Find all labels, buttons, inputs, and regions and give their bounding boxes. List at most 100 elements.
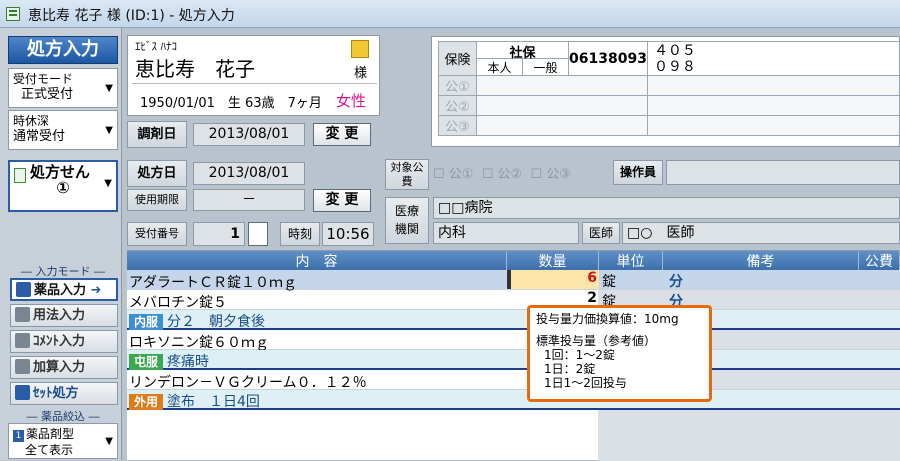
target-public-1-checkbox[interactable]: ☐ 公① (433, 167, 473, 182)
table-row[interactable]: 外用 塗布 １日4回 (127, 390, 900, 410)
usage-tag: 外用 (129, 394, 164, 410)
mode-comment-input[interactable]: ｺﾒﾝﾄ入力 (10, 330, 118, 353)
public-3-label: 公③ (438, 115, 477, 136)
chevron-down-icon: ▼ (104, 178, 112, 189)
reception-mode-label: 受付モード (13, 72, 74, 86)
window-title: 恵比寿 花子 様 (ID:1) - 処方入力 (28, 8, 235, 24)
table-row[interactable]: ロキソニン錠６０ｍｇ (127, 330, 900, 352)
doctor-label: 医師 (582, 222, 620, 244)
col-header-note[interactable]: 備考 (663, 251, 859, 270)
clinic-name[interactable]: □□病院 (433, 197, 900, 219)
patient-honorific: 様 (354, 66, 368, 81)
prescription-change-button[interactable]: 変 更 (313, 189, 371, 212)
target-public-label: 対象公費 (385, 159, 429, 190)
patient-kana: ｴﾋﾞｽ ﾊﾅｺ (135, 40, 177, 53)
time-mode-label: 時休深 (13, 114, 50, 128)
col-header-qty[interactable]: 数量 (507, 251, 599, 270)
row-content: 外用 塗布 １日4回 (129, 391, 260, 411)
input-mode-header: ― 入力モード ― (21, 265, 105, 278)
drug-icon (16, 282, 31, 297)
pencil-icon (15, 307, 30, 322)
document-icon[interactable] (248, 222, 268, 246)
dispense-date-value[interactable]: 2013/08/01 (193, 123, 305, 146)
patient-birth: 1950/01/01 生 63歳 7ヶ月 (140, 96, 322, 111)
row-content: 内服 分２ 朝夕食後 (129, 311, 265, 331)
chevron-down-icon: ▼ (105, 125, 113, 136)
reception-no-value[interactable]: 1 (193, 222, 245, 246)
table-row[interactable]: メバロチン錠５ 2 錠分 (127, 290, 900, 311)
prescription-input-button[interactable]: 処方入力 (8, 36, 118, 64)
insurance-type-cell: 社保 本人 一般 (476, 41, 569, 76)
filter-icon: 1 (13, 430, 24, 442)
document-icon (14, 168, 26, 183)
row-text: メバロチン錠５ (129, 295, 227, 311)
insurance-label: 保険 (438, 41, 477, 76)
col-header-unit[interactable]: 単位 (599, 251, 663, 270)
row-content: 屯服 疼痛時 (129, 351, 209, 371)
mode-addition-input[interactable]: 加算入力 (10, 356, 118, 379)
prescription-date-value[interactable]: 2013/08/01 (193, 162, 305, 185)
reception-mode-value: 正式受付 (21, 87, 74, 102)
reception-mode-select[interactable]: 受付モード 正式受付 ▼ (8, 68, 118, 108)
mode-drug-input[interactable]: 薬品入力 ➜ (10, 278, 118, 301)
prescription-date-label: 処方日 (127, 160, 187, 187)
time-value: 10:56 (322, 222, 374, 246)
patient-info-panel: ｴﾋﾞｽ ﾊﾅｺ 恵比寿 花子 様 1950/01/01 生 63歳 7ヶ月 女… (127, 35, 380, 116)
table-row[interactable]: 屯服 疼痛時 (127, 350, 900, 370)
row-content: リンデロン－ＶＧクリーム０．１２％ (129, 372, 367, 392)
tooltip-line-5: 1日1～2回投与 (544, 376, 627, 390)
row-text: 分２ 朝夕食後 (167, 314, 266, 330)
row-text: 疼痛時 (167, 354, 210, 370)
unit-cell: 錠 (602, 274, 616, 290)
drug-form-filter-select[interactable]: 1 薬品剤型 全て表示 ▼ (8, 423, 118, 459)
target-public-2-checkbox[interactable]: ☐ 公② (482, 167, 522, 182)
row-text: リンデロン－ＶＧクリーム０．１２％ (129, 375, 367, 391)
row-content: ロキソニン錠６０ｍｇ (129, 332, 269, 352)
clinic-dept[interactable]: 内科 (433, 222, 579, 244)
expiry-label: 使用期限 (127, 189, 187, 211)
table-row[interactable]: リンデロン－ＶＧクリーム０．１２％ (127, 370, 900, 392)
table-row[interactable]: 内服 分２ 朝夕食後 (127, 310, 900, 330)
insurance-code-2: ０９８ (653, 58, 696, 75)
insurance-table: 保険 社保 本人 一般 06138093 ４０５ ０９８ 公① 公② 公③ (438, 41, 900, 136)
dosage-tooltip: 投与量力価換算値：10mg 標準投与量（参考値） 1回：1～2錠 1日：2錠 1… (527, 305, 712, 402)
col-header-public[interactable]: 公費 (859, 251, 900, 270)
divider (132, 83, 377, 84)
insurance-panel: 保険 社保 本人 一般 06138093 ４０５ ０９８ 公① 公② 公③ (431, 36, 900, 147)
insurance-number: 06138093 (568, 41, 648, 76)
row-text: アダラートＣＲ錠１０ｍｇ (129, 275, 297, 291)
time-label: 時刻 (280, 222, 320, 246)
tooltip-line-4: 1日：2錠 (544, 362, 596, 376)
target-public-3-checkbox[interactable]: ☐ 公③ (530, 167, 570, 182)
filter-header: ― 薬品絞込 ― (26, 410, 100, 423)
patient-name: 恵比寿 花子 (135, 57, 255, 81)
dispense-change-button[interactable]: 変 更 (313, 123, 371, 146)
reception-no-label: 受付番号 (127, 222, 187, 246)
row-content: アダラートＣＲ錠１０ｍｇ (129, 272, 297, 292)
mode-usage-input[interactable]: 用法入力 (10, 304, 118, 327)
tooltip-line-2: 標準投与量（参考値） (536, 334, 657, 348)
col-header-content[interactable]: 内 容 (127, 251, 507, 270)
operator-field[interactable] (666, 160, 900, 185)
public-2-label: 公② (438, 95, 477, 116)
time-mode-select[interactable]: 時休深 通常受付 ▼ (8, 110, 118, 150)
operator-label: 操作員 (613, 160, 663, 185)
tooltip-line-1: 投与量力価換算値：10mg (536, 312, 679, 326)
edit-icon[interactable] (351, 40, 369, 58)
insurance-category: 一般 (533, 61, 558, 75)
patient-sex: 女性 (336, 92, 367, 110)
mode-set-prescription[interactable]: ｾｯﾄ処方 (10, 382, 118, 405)
doctor-name[interactable]: □○ 医師 (622, 222, 900, 244)
drug-form-filter-value: 全て表示 (25, 443, 74, 457)
prescription-sheet-select[interactable]: 処方せん ① ▼ (8, 160, 118, 212)
qty-cell[interactable]: 6 (507, 270, 599, 289)
drug-form-filter-label: 1 薬品剤型 (13, 426, 113, 442)
app-icon (6, 7, 20, 21)
insurance-code-1: ４０５ (653, 42, 696, 59)
expiry-value[interactable]: － (193, 189, 305, 211)
tooltip-line-3: 1回：1～2錠 (544, 348, 615, 362)
table-row[interactable]: アダラートＣＲ錠１０ｍｇ 6 錠 分 (127, 270, 900, 292)
chevron-down-icon: ▼ (105, 436, 113, 447)
public-1-label: 公① (438, 75, 477, 96)
chevron-down-icon: ▼ (105, 83, 113, 94)
